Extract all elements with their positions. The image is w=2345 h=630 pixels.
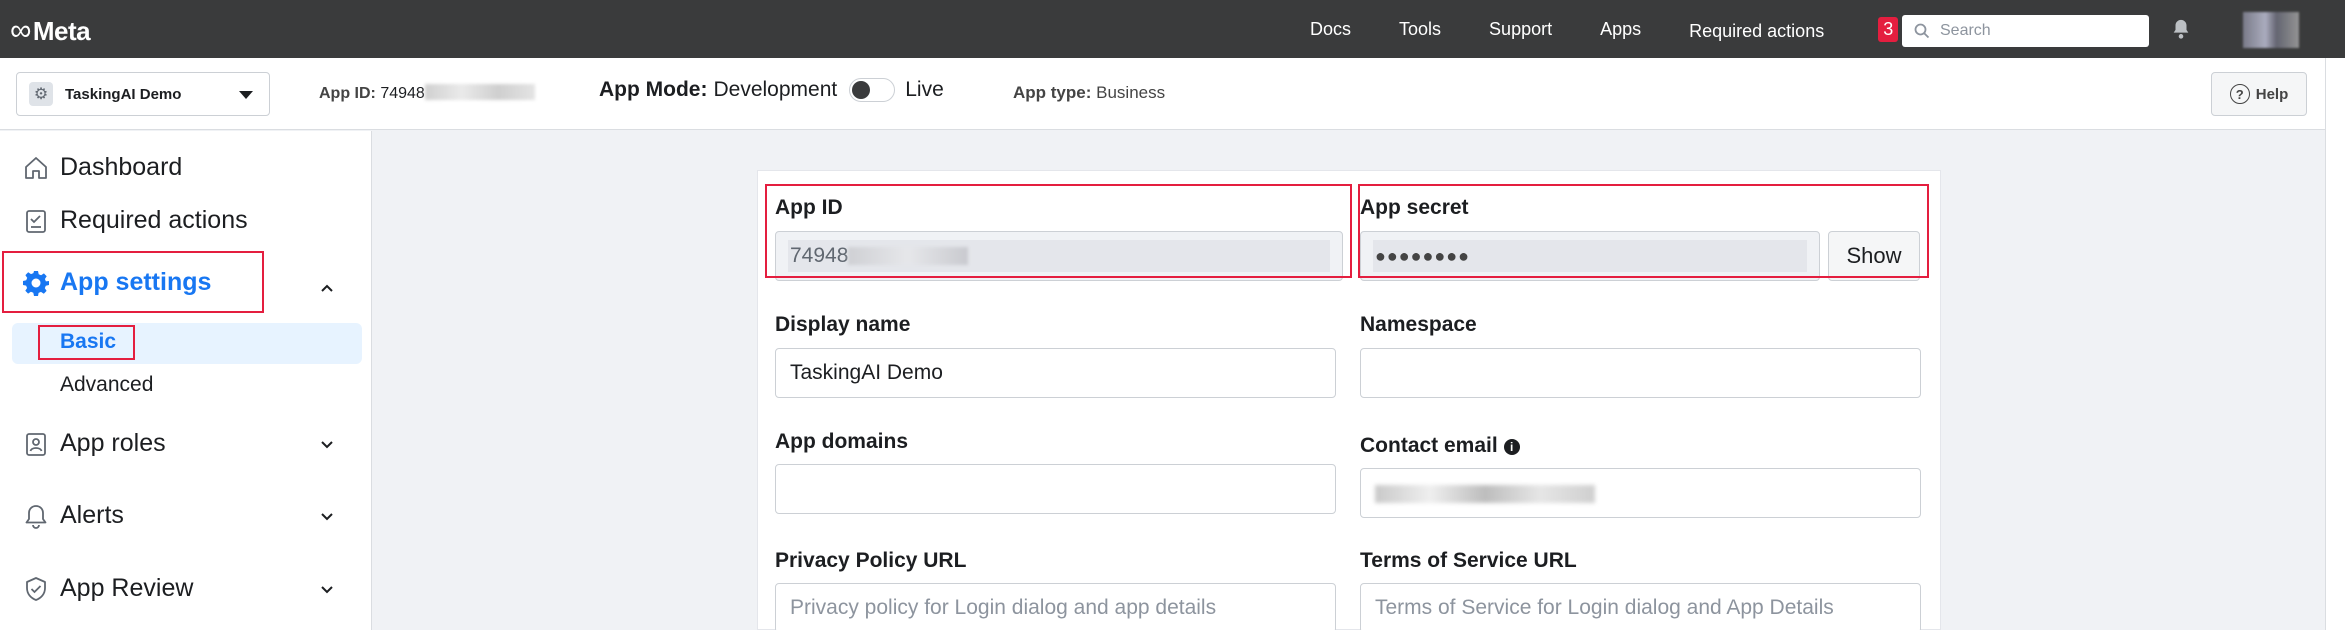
display-name-value: TaskingAI Demo xyxy=(790,361,943,384)
help-label: Help xyxy=(2255,85,2289,103)
sidebar-subitem-advanced[interactable]: Advanced xyxy=(60,373,153,397)
caret-down-icon xyxy=(239,91,253,99)
basic-settings-card: App ID 74948 App secret ●●●●●●●● Show Di… xyxy=(757,170,1941,630)
nav-apps[interactable]: Apps xyxy=(1600,19,1641,40)
contact-email-label: Contact email i xyxy=(1360,434,1520,458)
mode-live: Live xyxy=(905,78,944,101)
app-type-value: Business xyxy=(1096,83,1166,102)
home-icon xyxy=(25,156,47,179)
sidebar-item-label: Required actions xyxy=(60,206,248,234)
redacted-block xyxy=(424,84,535,100)
top-nav: ∞ Meta Docs Tools Support Apps Required … xyxy=(0,0,2345,58)
app-mode-label: App Mode: xyxy=(599,78,708,101)
search-input[interactable] xyxy=(1940,22,2130,40)
app-type: App type: Business xyxy=(1013,83,1165,103)
highlight-box xyxy=(1358,184,1929,278)
app-selector[interactable]: ⚙ TaskingAI Demo xyxy=(16,72,270,116)
chevron-up-icon[interactable] xyxy=(320,281,334,295)
display-name-label: Display name xyxy=(775,313,911,336)
contact-email-field[interactable] xyxy=(1360,468,1921,518)
highlight-box xyxy=(2,251,264,313)
highlight-box xyxy=(38,325,135,360)
header-app-id-label: App ID: xyxy=(319,85,376,102)
sidebar-item-label: Alerts xyxy=(60,501,124,529)
nav-links: Docs Tools Support Apps Required actions… xyxy=(1310,0,1994,58)
sidebar-item-label: App roles xyxy=(60,429,166,457)
meta-infinity-icon: ∞ xyxy=(10,14,31,47)
help-icon: ? xyxy=(2229,84,2250,104)
namespace-label: Namespace xyxy=(1360,313,1477,336)
help-button[interactable]: ? Help xyxy=(2211,72,2307,116)
display-name-field[interactable]: TaskingAI Demo xyxy=(775,348,1336,398)
bell-outline-icon xyxy=(25,504,47,529)
required-actions-badge: 3 xyxy=(1878,16,1899,42)
sidebar-item-app-roles[interactable]: App roles xyxy=(22,429,166,458)
app-mode-toggle[interactable] xyxy=(849,78,896,102)
privacy-policy-placeholder: Privacy policy for Login dialog and app … xyxy=(790,596,1217,619)
chevron-down-icon[interactable] xyxy=(320,438,334,452)
header-app-id-value: 74948 xyxy=(380,85,425,102)
nav-support[interactable]: Support xyxy=(1489,19,1552,40)
meta-logo[interactable]: ∞ Meta xyxy=(10,14,91,48)
app-domains-label: App domains xyxy=(775,430,909,453)
nav-required-actions-label: Required actions xyxy=(1689,20,1825,41)
app-header-bar: ⚙ TaskingAI Demo App ID: 74948 App Mode:… xyxy=(0,58,2325,130)
app-selector-name: TaskingAI Demo xyxy=(65,85,182,103)
info-icon[interactable]: i xyxy=(1503,439,1520,455)
nav-tools[interactable]: Tools xyxy=(1399,19,1441,40)
sidebar-item-dashboard[interactable]: Dashboard xyxy=(22,153,182,182)
toggle-knob xyxy=(852,81,871,99)
checklist-icon xyxy=(26,209,46,233)
tos-placeholder: Terms of Service for Login dialog and Ap… xyxy=(1375,596,1834,619)
search-icon xyxy=(1914,23,1930,39)
chevron-down-icon[interactable] xyxy=(320,583,334,597)
sidebar-item-label: App Review xyxy=(60,574,194,602)
scrollbar[interactable] xyxy=(2325,58,2345,630)
sidebar-item-app-review[interactable]: App Review xyxy=(22,574,193,603)
search-box xyxy=(1902,15,2149,47)
tos-field[interactable]: Terms of Service for Login dialog and Ap… xyxy=(1360,583,1921,630)
highlight-box xyxy=(765,184,1352,278)
sidebar: Dashboard Required actions App settings … xyxy=(0,131,372,630)
header-app-id: App ID: 74948 xyxy=(319,84,535,103)
redacted-block xyxy=(1375,485,1595,503)
contact-email-label-text: Contact email xyxy=(1360,434,1498,457)
tos-label: Terms of Service URL xyxy=(1360,549,1577,572)
chevron-down-icon[interactable] xyxy=(320,510,334,524)
sidebar-item-alerts[interactable]: Alerts xyxy=(22,501,124,530)
bell-icon[interactable] xyxy=(2170,18,2192,40)
sidebar-item-label: Dashboard xyxy=(60,153,183,181)
sidebar-item-required-actions[interactable]: Required actions xyxy=(22,206,248,235)
namespace-field[interactable] xyxy=(1360,348,1921,398)
privacy-policy-field[interactable]: Privacy policy for Login dialog and app … xyxy=(775,583,1336,630)
app-type-label: App type: xyxy=(1013,83,1092,102)
nav-docs[interactable]: Docs xyxy=(1310,19,1351,40)
app-mode: App Mode: Development Live xyxy=(599,78,944,102)
mode-development: Development xyxy=(713,78,838,101)
id-badge-icon xyxy=(26,432,46,456)
shield-check-icon xyxy=(26,576,46,601)
app-gear-icon: ⚙ xyxy=(29,82,53,106)
meta-logo-text: Meta xyxy=(32,15,91,46)
app-domains-field[interactable] xyxy=(775,464,1336,514)
avatar[interactable] xyxy=(2243,12,2299,48)
privacy-policy-label: Privacy Policy URL xyxy=(775,549,967,572)
